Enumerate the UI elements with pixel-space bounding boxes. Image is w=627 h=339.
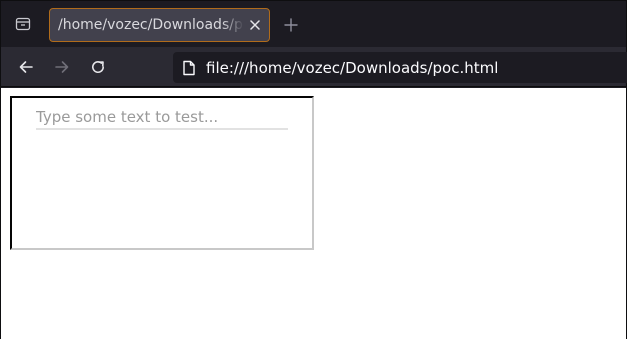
arrow-left-icon	[19, 61, 33, 73]
page-content	[1, 88, 626, 339]
reload-button[interactable]	[83, 52, 113, 82]
plus-icon	[284, 18, 298, 32]
url-text: file:///home/vozec/Downloads/poc.html	[206, 59, 499, 77]
arrow-right-icon	[55, 61, 69, 73]
forward-button[interactable]	[47, 52, 77, 82]
tab-list-icon	[15, 17, 30, 31]
test-box	[10, 96, 314, 250]
new-tab-button[interactable]	[280, 14, 302, 36]
tab-active[interactable]: /home/vozec/Downloads/poc.html	[49, 8, 270, 42]
navigation-toolbar: file:///home/vozec/Downloads/poc.html	[1, 47, 627, 87]
test-text-input[interactable]	[36, 106, 288, 130]
back-button[interactable]	[11, 52, 41, 82]
tab-title: /home/vozec/Downloads/poc.html	[58, 17, 244, 33]
page-icon	[183, 60, 195, 76]
close-icon	[250, 20, 260, 30]
tab-close-button[interactable]	[247, 17, 263, 33]
tab-list-button[interactable]	[1, 1, 44, 47]
address-bar[interactable]: file:///home/vozec/Downloads/poc.html	[173, 52, 627, 83]
reload-icon	[92, 61, 105, 73]
tab-strip: /home/vozec/Downloads/poc.html	[1, 1, 626, 47]
browser-window: /home/vozec/Downloads/poc.html	[0, 0, 627, 339]
